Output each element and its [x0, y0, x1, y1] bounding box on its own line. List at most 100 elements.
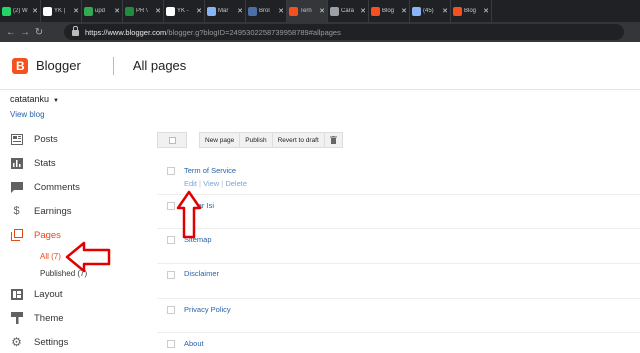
sidebar-subitem-all[interactable]: All (7): [40, 252, 61, 261]
close-tab-icon[interactable]: ✕: [32, 7, 38, 15]
row-checkbox[interactable]: [167, 306, 175, 314]
sidebar-item-layout[interactable]: Layout: [10, 286, 63, 302]
new-page-button[interactable]: New page: [199, 132, 241, 148]
tab-favicon-icon: [207, 6, 216, 16]
page-title-link[interactable]: Disclaimer: [184, 269, 219, 278]
publish-button[interactable]: Publish: [240, 132, 273, 148]
sidebar-item-pages[interactable]: Pages: [10, 227, 61, 243]
trash-icon: [329, 136, 337, 144]
browser-tab[interactable]: (45) ✕: [410, 0, 451, 22]
close-tab-icon[interactable]: ✕: [401, 7, 407, 15]
close-tab-icon[interactable]: ✕: [442, 7, 448, 15]
sidebar-item-posts[interactable]: Posts: [10, 131, 58, 147]
posts-icon: [10, 133, 23, 145]
forward-icon[interactable]: →: [18, 27, 32, 38]
lock-icon: [72, 26, 79, 36]
row-checkbox[interactable]: [167, 340, 175, 348]
tab-favicon-icon: [289, 6, 298, 16]
app-header: Blogger All pages: [0, 42, 640, 90]
browser-toolbar: ← → ↻ https://www.blogger.com/blogger.g?…: [0, 22, 640, 42]
blog-selector[interactable]: catatanku ▼: [10, 94, 59, 104]
comments-icon: [10, 181, 23, 193]
table-row[interactable]: Daftar Isi: [157, 195, 640, 229]
browser-tab[interactable]: Blog ✕: [369, 0, 410, 22]
page-title-link[interactable]: Daftar Isi: [184, 201, 214, 210]
reload-icon[interactable]: ↻: [32, 27, 46, 38]
browser-tab[interactable]: (2) W ✕: [0, 0, 41, 22]
tab-favicon-icon: [2, 6, 11, 16]
page-title: All pages: [132, 58, 187, 73]
sidebar-item-theme[interactable]: Theme: [10, 310, 64, 326]
table-row[interactable]: Sitemap: [157, 229, 640, 264]
browser-tab[interactable]: PR \ ✕: [123, 0, 164, 22]
view-blog-link[interactable]: View blog: [10, 110, 45, 119]
close-tab-icon[interactable]: ✕: [237, 7, 243, 15]
delete-link[interactable]: Delete: [225, 179, 247, 188]
browser-tab-active[interactable]: Tern ✕: [287, 0, 328, 22]
sidebar-item-comments[interactable]: Comments: [10, 179, 80, 195]
tab-favicon-icon: [125, 6, 134, 16]
close-tab-icon[interactable]: ✕: [155, 7, 161, 15]
sidebar-item-stats[interactable]: Stats: [10, 155, 56, 171]
tab-favicon-icon: [43, 6, 52, 16]
close-tab-icon[interactable]: ✕: [278, 7, 284, 15]
tab-favicon-icon: [371, 6, 380, 16]
row-checkbox[interactable]: [167, 271, 175, 279]
page-title-link[interactable]: Term of Service: [184, 166, 236, 175]
table-row[interactable]: Privacy Policy: [157, 299, 640, 333]
row-checkbox[interactable]: [167, 167, 175, 175]
browser-tab[interactable]: upd ✕: [82, 0, 123, 22]
brand-name: Blogger: [36, 58, 81, 73]
page-title-link[interactable]: Sitemap: [184, 235, 212, 244]
checkbox-icon: [168, 136, 176, 144]
close-tab-icon[interactable]: ✕: [196, 7, 202, 15]
delete-button[interactable]: [324, 132, 343, 148]
address-bar[interactable]: https://www.blogger.com/blogger.g?blogID…: [64, 24, 624, 40]
view-link[interactable]: View: [203, 179, 219, 188]
earnings-icon: $: [13, 205, 20, 217]
tab-favicon-icon: [412, 6, 421, 16]
page-title-link[interactable]: Privacy Policy: [184, 305, 231, 314]
revert-to-draft-button[interactable]: Revert to draft: [272, 132, 325, 148]
browser-tab[interactable]: YK - ✕: [164, 0, 205, 22]
url-text: https://www.blogger.com/blogger.g?blogID…: [85, 27, 341, 37]
page-title-link[interactable]: About: [184, 339, 204, 348]
browser-tab[interactable]: YK | ✕: [41, 0, 82, 22]
row-checkbox[interactable]: [167, 236, 175, 244]
close-tab-icon[interactable]: ✕: [319, 7, 325, 15]
main-content: New page Publish Revert to draft Term of…: [150, 90, 640, 348]
table-row[interactable]: Disclaimer: [157, 264, 640, 299]
blogger-logo-icon[interactable]: [12, 57, 28, 74]
browser-tab[interactable]: Brol ✕: [246, 0, 287, 22]
sidebar-item-earnings[interactable]: $ Earnings: [10, 203, 71, 219]
pages-toolbar: New page Publish Revert to draft: [157, 132, 343, 148]
close-tab-icon[interactable]: ✕: [360, 7, 366, 15]
tab-favicon-icon: [248, 6, 257, 16]
close-tab-icon[interactable]: ✕: [73, 7, 79, 15]
tab-favicon-icon: [166, 6, 175, 16]
table-row[interactable]: About: [157, 333, 640, 353]
browser-tab[interactable]: Blog ✕: [451, 0, 492, 22]
sidebar-item-settings[interactable]: ⚙ Settings: [10, 334, 68, 350]
tab-favicon-icon: [330, 6, 339, 16]
header-divider: [112, 56, 114, 75]
table-row[interactable]: Term of Service Edit | View | Delete: [157, 160, 640, 195]
select-all-checkbox[interactable]: [157, 132, 187, 148]
browser-tab[interactable]: Cara ✕: [328, 0, 369, 22]
tab-favicon-icon: [453, 6, 462, 16]
sidebar: catatanku ▼ View blog Posts Stats Comment…: [0, 90, 150, 349]
close-tab-icon[interactable]: ✕: [483, 7, 489, 15]
gear-icon: ⚙: [11, 335, 22, 349]
close-tab-icon[interactable]: ✕: [114, 7, 120, 15]
theme-icon: [10, 312, 23, 324]
pages-icon: [10, 229, 23, 241]
sidebar-subitem-published[interactable]: Published (7): [40, 269, 87, 278]
layout-icon: [10, 288, 23, 300]
tab-favicon-icon: [84, 6, 93, 16]
back-icon[interactable]: ←: [4, 27, 18, 38]
edit-link[interactable]: Edit: [184, 179, 197, 188]
browser-tab-bar: (2) W ✕ YK | ✕ upd ✕ PR \ ✕ YK - ✕ Mar ✕ Brol ✕…: [0, 0, 640, 22]
browser-tab[interactable]: Mar ✕: [205, 0, 246, 22]
row-checkbox[interactable]: [167, 202, 175, 210]
stats-icon: [10, 157, 23, 169]
